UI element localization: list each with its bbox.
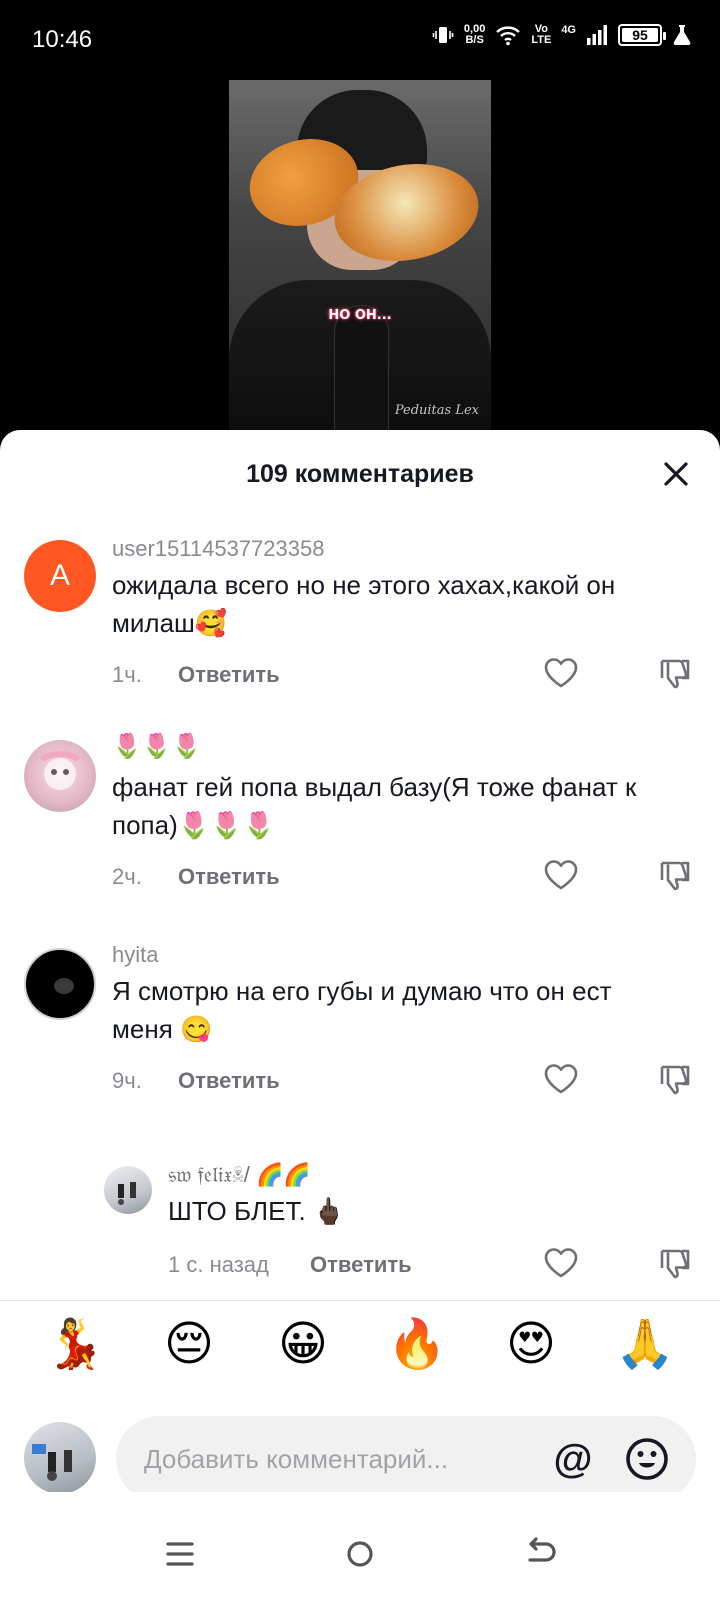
comment-text: ожидала всего но не этого хахах,какой он… xyxy=(112,570,616,638)
my-avatar xyxy=(24,1422,96,1494)
video-thumbnail[interactable]: НО ОН... Peduitas Lex xyxy=(229,80,491,432)
comment-input-placeholder: Добавить комментарий... xyxy=(144,1444,449,1474)
comment-item: 🌷🌷🌷 фанат гей попа выдал базу(Я тоже фан… xyxy=(0,730,720,930)
dislike-icon[interactable] xyxy=(656,1060,694,1098)
emoji-dancer-button[interactable]: 💃 xyxy=(35,1314,115,1374)
signal-icon xyxy=(587,25,607,45)
avatar-letter: A xyxy=(49,559,70,592)
video-microphone xyxy=(334,305,389,432)
comment-username[interactable]: 𝔰𝔴 𝔣𝔢𝔩𝔦𝔵☠/ 🌈🌈 xyxy=(168,1162,311,1188)
home-icon[interactable] xyxy=(338,1532,382,1576)
heart-icon[interactable] xyxy=(542,1060,580,1098)
battery-level: 95 xyxy=(632,27,648,43)
comment-item: hyita Я смотрю на его губы и думаю что о… xyxy=(0,938,720,1138)
dislike-icon[interactable] xyxy=(656,856,694,894)
comment-username[interactable]: hyita xyxy=(112,942,158,968)
comment-time: 1ч. xyxy=(112,662,142,687)
system-nav-bar xyxy=(0,1492,720,1612)
emoji-pray-button[interactable]: 🙏 xyxy=(605,1314,685,1374)
heart-icon[interactable] xyxy=(542,654,580,692)
back-icon[interactable] xyxy=(518,1532,562,1576)
avatar[interactable]: A xyxy=(24,540,96,612)
heart-icon[interactable] xyxy=(542,856,580,894)
comment-time: 1 с. назад xyxy=(168,1252,269,1277)
heart-icon[interactable] xyxy=(542,1244,580,1282)
comment-time: 2ч. xyxy=(112,864,142,889)
battery-icon: 95 xyxy=(618,24,666,46)
avatar-image xyxy=(39,751,81,790)
close-button[interactable] xyxy=(654,452,698,496)
video-player[interactable]: НО ОН... Peduitas Lex xyxy=(0,80,720,440)
network-type: 4G xyxy=(561,24,576,36)
reply-button[interactable]: Ответить xyxy=(178,864,280,890)
emoji-grin-button[interactable]: 😀 xyxy=(263,1314,343,1374)
emoji-picker-icon[interactable] xyxy=(622,1434,672,1484)
comment-text: фанат гей попа выдал базу(Я тоже фанат к… xyxy=(112,772,637,840)
dislike-icon[interactable] xyxy=(656,1244,694,1282)
close-icon xyxy=(664,462,688,486)
avatar[interactable] xyxy=(24,740,96,812)
sheet-header: 109 комментариев xyxy=(0,430,720,522)
comment-item: A user15114537723358 ожидала всего но не… xyxy=(0,530,720,720)
video-watermark: Peduitas Lex xyxy=(394,403,479,418)
status-time: 10:46 xyxy=(32,26,93,53)
reply-button[interactable]: Ответить xyxy=(310,1252,412,1278)
mention-button[interactable]: @ xyxy=(548,1434,598,1484)
avatar-image xyxy=(54,978,74,994)
avatar-image xyxy=(32,1444,72,1481)
menu-icon[interactable] xyxy=(158,1532,202,1576)
reply-button[interactable]: Ответить xyxy=(178,1068,280,1094)
comment-username[interactable]: user15114537723358 xyxy=(112,536,324,562)
net-speed: 0,00 B/S xyxy=(463,23,486,46)
vibrate-icon xyxy=(432,27,454,43)
reply-comment-item: 𝔰𝔴 𝔣𝔢𝔩𝔦𝔵☠/ 🌈🌈 ШТО БЛЕТ. 🖕🏿 1 с. назад От… xyxy=(0,1160,720,1290)
wifi-icon xyxy=(496,26,521,46)
emoji-quick-bar: 💃 😔 😀 🔥 😍 🙏 xyxy=(0,1294,720,1394)
reply-button[interactable]: Ответить xyxy=(178,662,280,688)
status-icons: 0,00 B/S Vo LTE 4G 95 xyxy=(432,24,692,46)
emoji-fire-button[interactable]: 🔥 xyxy=(377,1314,457,1374)
status-bar: 10:46 0,00 B/S Vo LTE 4G 95 xyxy=(0,0,720,80)
volte-indicator: Vo LTE xyxy=(531,23,552,46)
avatar[interactable] xyxy=(104,1166,152,1214)
comments-count-title: 109 комментариев xyxy=(246,460,474,488)
comment-username[interactable]: 🌷🌷🌷 xyxy=(112,732,202,761)
dislike-icon[interactable] xyxy=(656,654,694,692)
comment-time: 9ч. xyxy=(112,1068,142,1093)
comment-text: ШТО БЛЕТ. 🖕🏿 xyxy=(168,1196,346,1226)
flask-icon xyxy=(673,25,691,45)
emoji-pensive-button[interactable]: 😔 xyxy=(149,1314,229,1374)
comments-sheet: 109 комментариев A user15114537723358 ож… xyxy=(0,430,720,1612)
comment-input[interactable]: Добавить комментарий... @ xyxy=(116,1416,696,1502)
avatar-image xyxy=(118,1182,136,1205)
comment-text: Я смотрю на его губы и думаю что он ест … xyxy=(112,976,612,1044)
video-caption: НО ОН... xyxy=(328,308,392,323)
avatar[interactable] xyxy=(24,948,96,1020)
emoji-heart-eyes-button[interactable]: 😍 xyxy=(491,1314,571,1374)
